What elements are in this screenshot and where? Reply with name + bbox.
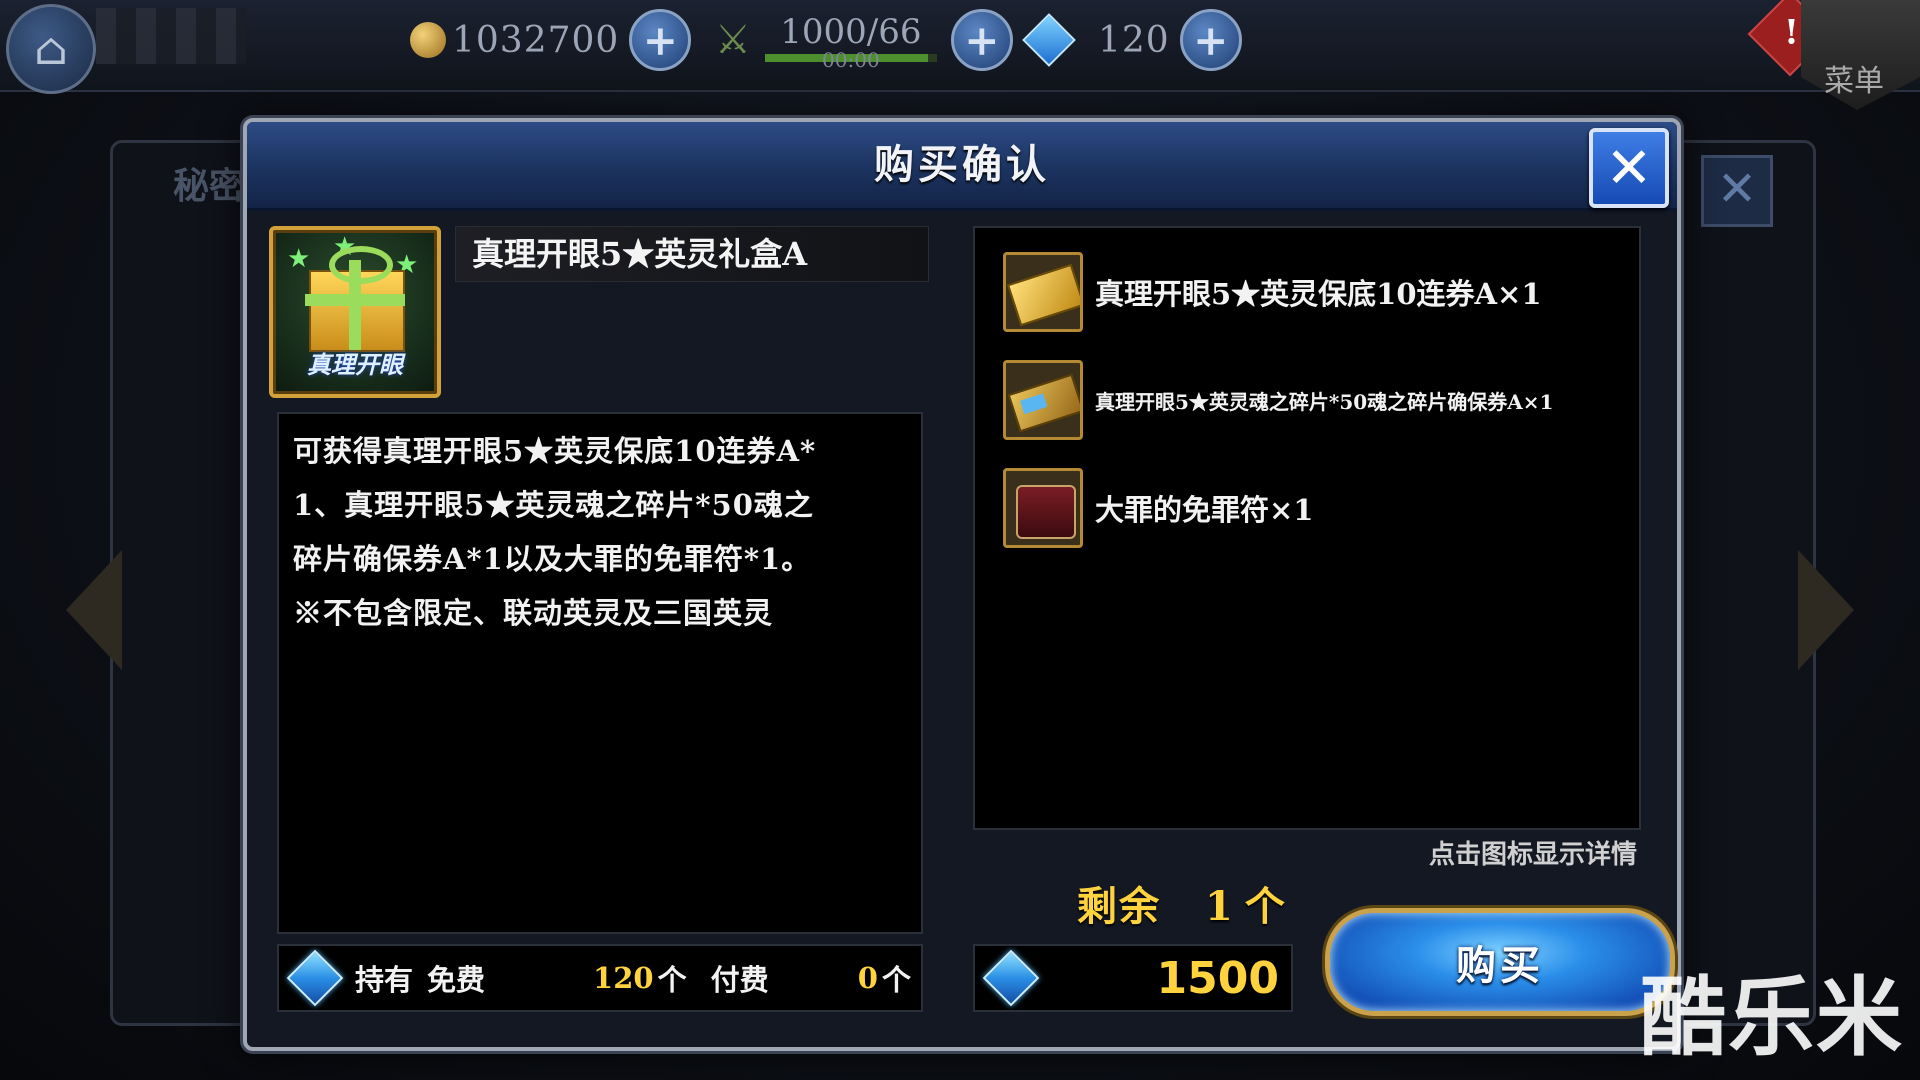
dialog-title: 购买确认 (874, 141, 1050, 188)
price-display: 1500 (973, 944, 1293, 1012)
dialog-header: 购买确认 ✕ (247, 122, 1677, 211)
gold-counter: 1032700 + (410, 9, 692, 71)
menu-label: 菜单 (1824, 64, 1884, 99)
gold-value: 1032700 (452, 19, 620, 61)
remaining-unit: 个 (1244, 883, 1287, 930)
paid-gems-label: 付费 (710, 963, 769, 997)
close-icon: ✕ (1605, 135, 1653, 201)
game-screen: ⌂ 1032700 + ⚔ 1000/66 00:00 + 120 + ! 菜单… (0, 0, 1920, 1080)
price-value: 1500 (1156, 952, 1279, 1004)
prev-page-arrow-icon[interactable] (66, 550, 122, 670)
crossed-swords-icon: ⚔ (715, 17, 751, 63)
gem-icon (1022, 13, 1076, 67)
item-description: 可获得真理开眼5★英灵保底10连券A* 1、真理开眼5★英灵魂之碎片*50魂之 … (293, 434, 817, 630)
ticket-icon[interactable] (1003, 252, 1083, 332)
background-panel-title: 秘密 (173, 165, 246, 207)
gem-counter: 120 + (1020, 9, 1242, 71)
purchase-confirm-dialog: 购买确认 ✕ ★ ★ ★ 真理开眼 真理开眼5★英灵礼盒A 可获得真理开眼5★英… (243, 118, 1681, 1051)
remaining-stock: 剩余 1 个 (1077, 874, 1287, 932)
top-resource-bar: ⌂ 1032700 + ⚔ 1000/66 00:00 + 120 + ! 菜单 (0, 0, 1920, 110)
reward-list: 真理开眼5★英灵保底10连券A×1 真理开眼5★英灵魂之碎片*50魂之碎片确保券… (973, 226, 1641, 830)
gold-coin-icon (410, 22, 446, 58)
add-gems-button[interactable]: + (1179, 9, 1242, 71)
home-button[interactable]: ⌂ (6, 4, 96, 94)
next-page-arrow-icon[interactable] (1798, 550, 1854, 670)
add-stamina-button[interactable]: + (950, 9, 1013, 71)
item-name-box: 真理开眼5★英灵礼盒A (455, 226, 929, 282)
gem-icon (982, 949, 1040, 1007)
close-icon: ✕ (1716, 161, 1758, 217)
star-icon: ★ (287, 244, 311, 274)
gem-icon (286, 949, 344, 1007)
buy-button[interactable]: 购买 (1325, 908, 1675, 1016)
site-watermark: 酷乐米 (1640, 968, 1904, 1068)
background-close-button[interactable]: ✕ (1701, 155, 1773, 227)
remaining-count: 1 (1205, 883, 1235, 930)
scroll-icon[interactable] (1003, 468, 1083, 548)
gem-value: 120 (1098, 19, 1170, 61)
tap-icon-hint: 点击图标显示详情 (1428, 840, 1637, 870)
stamina-display: 1000/66 00:00 (761, 12, 941, 72)
item-icon-label: 真理开眼 (307, 350, 403, 379)
item-icon[interactable]: ★ ★ ★ 真理开眼 (269, 226, 441, 398)
reward-item: 大罪的免罪符×1 (1003, 464, 1313, 552)
holdings-label: 持有 (355, 963, 414, 997)
item-name: 真理开眼5★英灵礼盒A (472, 235, 808, 273)
close-button[interactable]: ✕ (1589, 128, 1669, 208)
item-description-box: 可获得真理开眼5★英灵保底10连券A* 1、真理开眼5★英灵魂之碎片*50魂之 … (277, 412, 923, 934)
plus-icon: + (642, 15, 678, 65)
reward-item: 真理开眼5★英灵魂之碎片*50魂之碎片确保券A×1 (1003, 356, 1553, 444)
reward-label: 真理开眼5★英灵魂之碎片*50魂之碎片确保券A×1 (1095, 389, 1554, 414)
stamina-value: 1000/66 (780, 12, 922, 52)
stamina-timer: 00:00 (822, 48, 880, 72)
gem-holdings: 持有 免费 120 个 付费 0 个 (277, 944, 923, 1012)
gift-bow (329, 246, 393, 284)
plus-icon: + (964, 15, 1000, 65)
paid-gems-value: 0 (857, 961, 878, 995)
buy-button-label: 购买 (1456, 942, 1544, 989)
free-gems-label: 免费 (427, 963, 486, 997)
gift-ribbon (305, 294, 405, 306)
free-gems-value: 120 (593, 961, 654, 995)
add-gold-button[interactable]: + (629, 9, 692, 71)
home-icon: ⌂ (34, 23, 68, 75)
reward-label: 大罪的免罪符×1 (1095, 493, 1314, 527)
free-gems-unit: 个 (657, 963, 687, 997)
remaining-label: 剩余 (1077, 883, 1161, 930)
plus-icon: + (1193, 15, 1229, 65)
paid-gems-unit: 个 (881, 963, 911, 997)
stamina-counter: ⚔ 1000/66 00:00 + (715, 9, 1013, 72)
reward-item: 真理开眼5★英灵保底10连券A×1 (1003, 248, 1542, 336)
reward-label: 真理开眼5★英灵保底10连券A×1 (1095, 277, 1542, 311)
blurred-player-name (96, 8, 246, 64)
soul-shard-ticket-icon[interactable] (1003, 360, 1083, 440)
